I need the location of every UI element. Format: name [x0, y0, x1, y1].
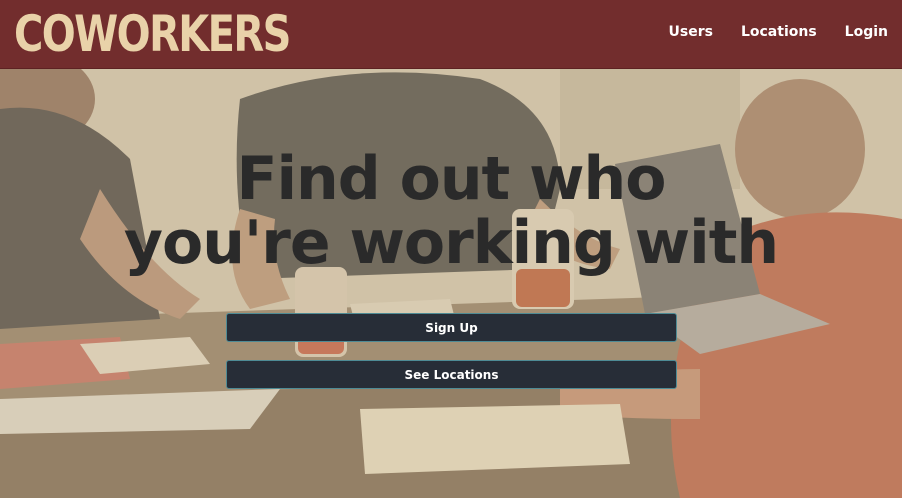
hero-headline-line2: you're working with [123, 208, 779, 278]
hero-headline: Find out who you're working with [0, 147, 902, 275]
nav-link-locations[interactable]: Locations [741, 24, 817, 40]
nav-link-login[interactable]: Login [845, 24, 888, 40]
see-locations-button[interactable]: See Locations [226, 360, 677, 389]
hero-headline-line1: Find out who [236, 144, 667, 214]
hero-overlay [0, 69, 902, 498]
nav-links: Users Locations Login [641, 0, 888, 63]
hero-section: Find out who you're working with Sign Up… [0, 69, 902, 498]
sign-up-button[interactable]: Sign Up [226, 313, 677, 342]
brand-logo[interactable]: COWORKERS [14, 4, 291, 64]
navbar: COWORKERS Users Locations Login [0, 0, 902, 69]
page: COWORKERS Users Locations Login Find out… [0, 0, 902, 498]
nav-link-users[interactable]: Users [669, 24, 713, 40]
